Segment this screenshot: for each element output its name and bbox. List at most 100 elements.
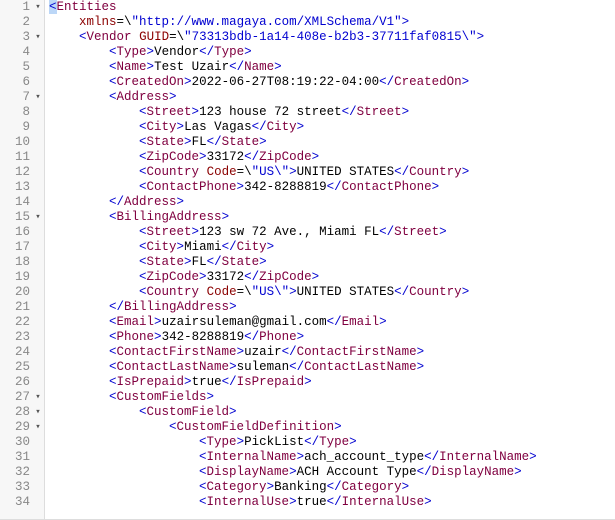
line-number[interactable]: 21: [15, 300, 32, 315]
code-line[interactable]: <InternalName>ach_account_type</Internal…: [49, 450, 615, 465]
line-number[interactable]: 14: [15, 195, 32, 210]
code-line[interactable]: <Name>Test Uzair</Name>: [49, 60, 615, 75]
bracket: >: [274, 60, 282, 74]
code-line[interactable]: <Country Code=\"US\">UNITED STATES</Coun…: [49, 285, 615, 300]
line-number[interactable]: 16: [15, 225, 32, 240]
line-number[interactable]: 26: [15, 375, 32, 390]
code-line[interactable]: <InternalUse>true</InternalUse>: [49, 495, 615, 510]
bracket: >: [207, 390, 215, 404]
bracket: >: [177, 195, 185, 209]
fold-toggle-icon[interactable]: ▾: [32, 210, 44, 225]
line-number[interactable]: 34: [15, 495, 32, 510]
line-number[interactable]: 17: [15, 240, 32, 255]
code-line[interactable]: <City>Miami</City>: [49, 240, 615, 255]
fold-toggle-icon[interactable]: ▾: [32, 420, 44, 435]
line-number[interactable]: 10: [15, 135, 32, 150]
line-number[interactable]: 28: [15, 405, 32, 420]
bracket: >: [229, 300, 237, 314]
code-line[interactable]: xmlns=\"http://www.magaya.com/XMLSchema/…: [49, 15, 615, 30]
code-line[interactable]: <Entities: [49, 0, 615, 15]
line-number[interactable]: 8: [22, 105, 32, 120]
code-line[interactable]: <Street>123 house 72 street</Street>: [49, 105, 615, 120]
line-number[interactable]: 30: [15, 435, 32, 450]
bracket: <: [109, 210, 117, 224]
code-line[interactable]: <BillingAddress>: [49, 210, 615, 225]
code-line[interactable]: <CustomField>: [49, 405, 615, 420]
bracket: </: [252, 120, 267, 134]
line-number[interactable]: 6: [22, 75, 32, 90]
code-line[interactable]: <State>FL</State>: [49, 135, 615, 150]
code-line[interactable]: <CustomFieldDefinition>: [49, 420, 615, 435]
line-number[interactable]: 1: [22, 0, 32, 15]
code-line[interactable]: <IsPrepaid>true</IsPrepaid>: [49, 375, 615, 390]
xml-tag: Phone: [259, 330, 297, 344]
bracket: </: [379, 225, 394, 239]
bracket: <: [199, 450, 207, 464]
code-line[interactable]: <ZipCode>33172</ZipCode>: [49, 270, 615, 285]
line-number[interactable]: 5: [22, 60, 32, 75]
xml-tag: Category: [207, 480, 267, 494]
code-line[interactable]: <ContactPhone>342-8288819</ContactPhone>: [49, 180, 615, 195]
line-number[interactable]: 11: [15, 150, 32, 165]
code-line[interactable]: <Street>123 sw 72 Ave., Miami FL</Street…: [49, 225, 615, 240]
line-number[interactable]: 31: [15, 450, 32, 465]
xml-tag: ZipCode: [259, 270, 312, 284]
code-line[interactable]: <ContactLastName>suleman</ContactLastNam…: [49, 360, 615, 375]
line-number[interactable]: 13: [15, 180, 32, 195]
line-number[interactable]: 20: [15, 285, 32, 300]
fold-toggle-icon[interactable]: ▾: [32, 30, 44, 45]
xml-text: uzairsuleman@gmail.com: [162, 315, 327, 329]
code-line[interactable]: <DisplayName>ACH Account Type</DisplayNa…: [49, 465, 615, 480]
line-number[interactable]: 3: [22, 30, 32, 45]
code-line[interactable]: <Email>uzairsuleman@gmail.com</Email>: [49, 315, 615, 330]
line-number[interactable]: 22: [15, 315, 32, 330]
xml-tag: DisplayName: [207, 465, 290, 479]
code-line[interactable]: <Category>Banking</Category>: [49, 480, 615, 495]
code-line[interactable]: <City>Las Vagas</City>: [49, 120, 615, 135]
bracket: </: [304, 435, 319, 449]
bracket: </: [327, 495, 342, 509]
code-line[interactable]: <Country Code=\"US\">UNITED STATES</Coun…: [49, 165, 615, 180]
code-area[interactable]: <Entities xmlns=\"http://www.magaya.com/…: [45, 0, 615, 519]
line-number[interactable]: 23: [15, 330, 32, 345]
xml-text: Las Vagas: [184, 120, 252, 134]
code-line[interactable]: <Vendor GUID=\"73313bdb-1a14-408e-b2b3-3…: [49, 30, 615, 45]
xml-tag: CustomFields: [117, 390, 207, 404]
line-number[interactable]: 24: [15, 345, 32, 360]
bracket: >: [529, 450, 537, 464]
line-number[interactable]: 32: [15, 465, 32, 480]
code-line[interactable]: <Phone>342-8288819</Phone>: [49, 330, 615, 345]
fold-toggle-icon[interactable]: ▾: [32, 90, 44, 105]
line-number[interactable]: 25: [15, 360, 32, 375]
fold-toggle-icon[interactable]: ▾: [32, 405, 44, 420]
line-number[interactable]: 27: [15, 390, 32, 405]
line-number[interactable]: 7: [22, 90, 32, 105]
code-line[interactable]: <CreatedOn>2022-06-27T08:19:22-04:00</Cr…: [49, 75, 615, 90]
line-number[interactable]: 9: [22, 120, 32, 135]
fold-toggle-icon[interactable]: ▾: [32, 0, 44, 15]
code-line[interactable]: <ZipCode>33172</ZipCode>: [49, 150, 615, 165]
line-number[interactable]: 4: [22, 45, 32, 60]
bracket: <: [109, 330, 117, 344]
xml-tag: Street: [357, 105, 402, 119]
code-line[interactable]: <CustomFields>: [49, 390, 615, 405]
line-number[interactable]: 2: [22, 15, 32, 30]
line-gutter[interactable]: 1▾23▾4567▾89101112131415▾161718192021222…: [0, 0, 45, 519]
line-number[interactable]: 15: [15, 210, 32, 225]
bracket: </: [207, 135, 222, 149]
code-line[interactable]: <State>FL</State>: [49, 255, 615, 270]
line-number[interactable]: 29: [15, 420, 32, 435]
line-number[interactable]: 12: [15, 165, 32, 180]
line-number[interactable]: 33: [15, 480, 32, 495]
xml-tag: CreatedOn: [394, 75, 462, 89]
line-number[interactable]: 19: [15, 270, 32, 285]
code-line[interactable]: <Address>: [49, 90, 615, 105]
code-line[interactable]: <Type>Vendor</Type>: [49, 45, 615, 60]
code-line[interactable]: </BillingAddress>: [49, 300, 615, 315]
xml-tag: ContactFirstName: [117, 345, 237, 359]
line-number[interactable]: 18: [15, 255, 32, 270]
code-line[interactable]: </Address>: [49, 195, 615, 210]
code-line[interactable]: <ContactFirstName>uzair</ContactFirstNam…: [49, 345, 615, 360]
code-line[interactable]: <Type>PickList</Type>: [49, 435, 615, 450]
fold-toggle-icon[interactable]: ▾: [32, 390, 44, 405]
